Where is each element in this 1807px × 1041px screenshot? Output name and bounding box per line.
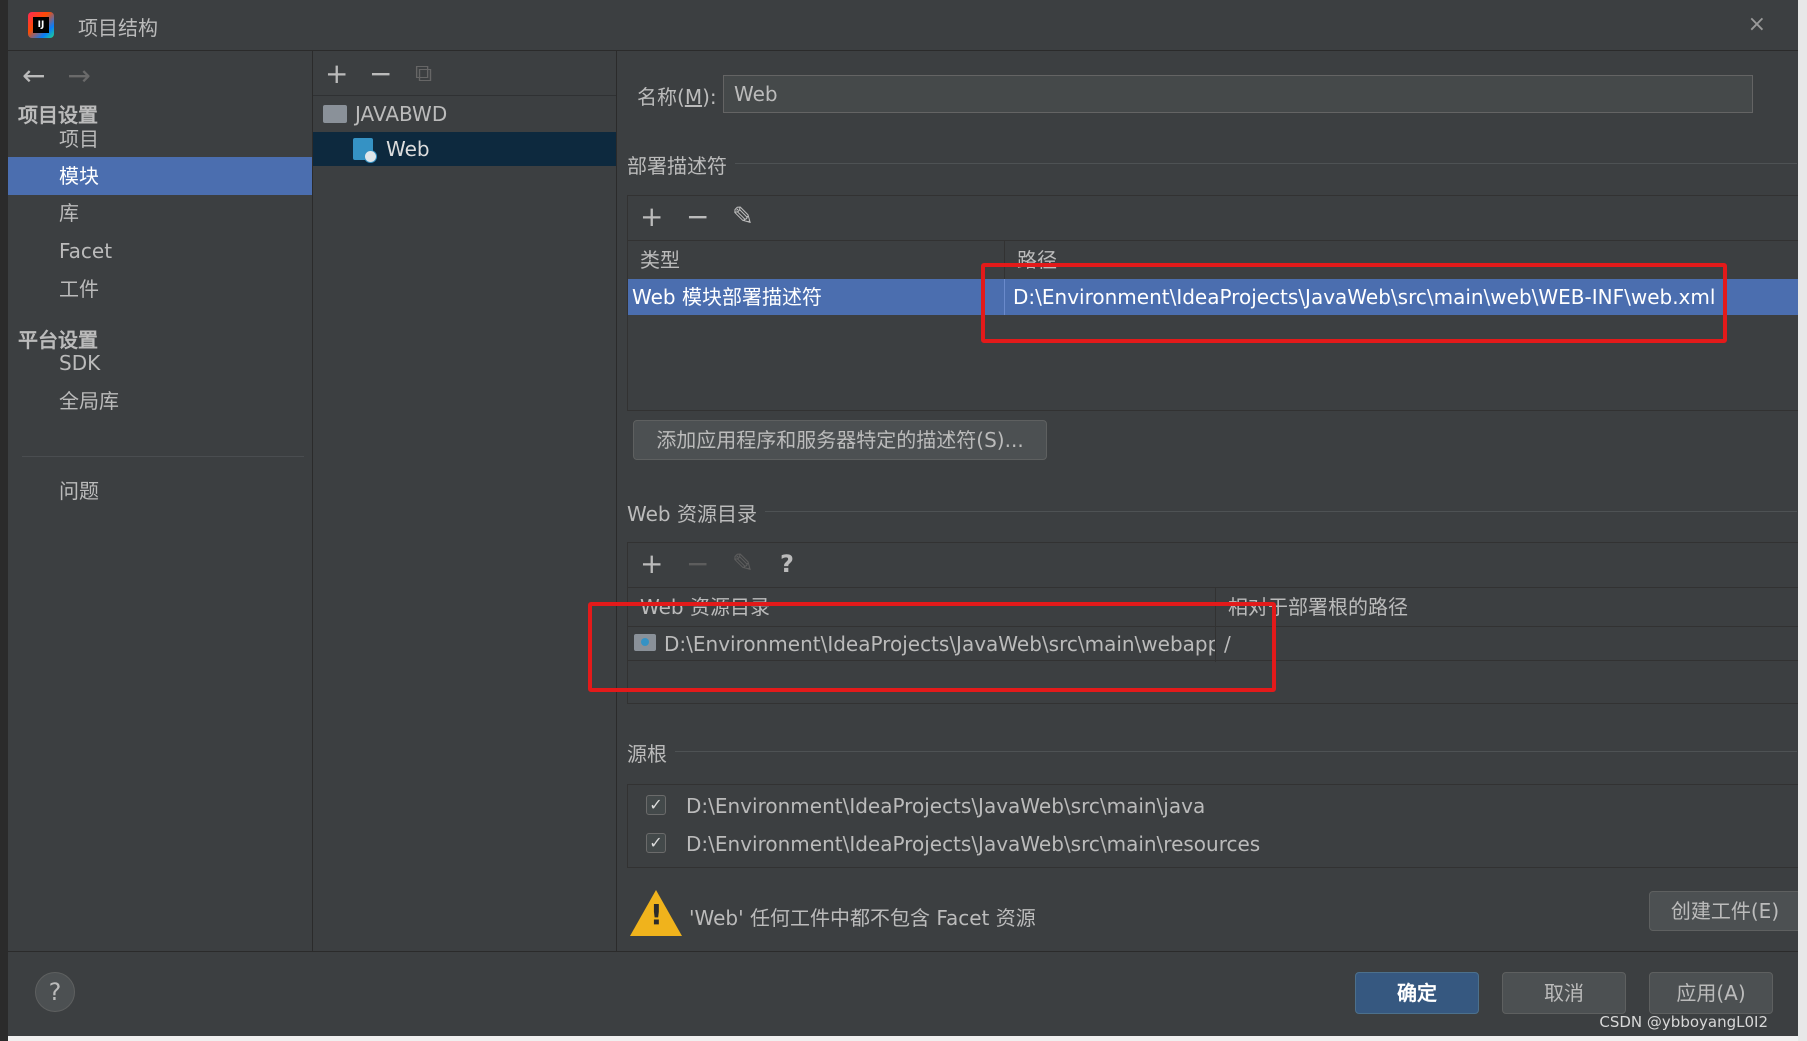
- project-structure-dialog: IJ 项目结构 × ← → 项目设置 项目 模块 库 Facet 工件 平台设置 …: [8, 0, 1798, 1036]
- tree-node-label: Web: [386, 137, 430, 161]
- ok-button[interactable]: 确定: [1355, 972, 1479, 1014]
- add-server-descriptor-button[interactable]: 添加应用程序和服务器特定的描述符(S)...: [633, 420, 1047, 460]
- tree-node-javabwd[interactable]: JAVABWD: [313, 97, 616, 131]
- descriptor-type: Web 模块部署描述符: [632, 285, 822, 309]
- column-type[interactable]: 类型: [628, 241, 1004, 279]
- nav-item-modules[interactable]: 模块: [8, 157, 312, 195]
- back-arrow-icon[interactable]: ←: [22, 59, 45, 92]
- checkbox-checked[interactable]: ✓: [646, 833, 666, 853]
- dialog-footer: ? 确定 取消 应用(A) CSDN @ybboyangL0I2: [8, 951, 1798, 1036]
- deploy-toolbar: + − ✎: [628, 196, 1798, 240]
- create-artifact-button[interactable]: 创建工件(E): [1649, 891, 1798, 931]
- background-window-edge: [0, 0, 8, 1041]
- nav-item-facets[interactable]: Facet: [8, 232, 312, 270]
- add-icon[interactable]: +: [325, 57, 348, 90]
- remove-icon[interactable]: −: [686, 547, 709, 580]
- source-root-path: D:\Environment\IdeaProjects\JavaWeb\src\…: [686, 794, 1206, 818]
- nav-item-sdk[interactable]: SDK: [8, 344, 312, 382]
- red-annotation-box: [981, 263, 1727, 343]
- add-icon[interactable]: +: [640, 547, 663, 580]
- column-relative-path[interactable]: 相对于部署根的路径: [1216, 588, 1798, 626]
- warning-icon: !: [630, 890, 682, 936]
- module-tree-panel: + − ⧉ JAVABWD Web: [313, 51, 617, 951]
- web-facet-icon: [353, 138, 377, 163]
- checkbox-checked[interactable]: ✓: [646, 795, 666, 815]
- add-icon[interactable]: +: [640, 200, 663, 233]
- nav-item-problems[interactable]: 问题: [8, 456, 312, 526]
- webres-separator: [627, 511, 1797, 512]
- web-resource-dirs-title: Web 资源目录: [627, 498, 765, 527]
- remove-icon[interactable]: −: [686, 200, 709, 233]
- help-icon[interactable]: ?: [780, 550, 794, 578]
- dialog-title: 项目结构: [78, 16, 158, 40]
- background-window-edge-right: [1798, 0, 1807, 1041]
- edit-icon[interactable]: ✎: [732, 549, 754, 579]
- sources-separator: [627, 751, 1797, 752]
- name-input[interactable]: Web: [723, 75, 1753, 113]
- red-annotation-box: [588, 602, 1276, 692]
- cancel-button[interactable]: 取消: [1502, 972, 1626, 1014]
- apply-button[interactable]: 应用(A): [1649, 972, 1773, 1014]
- source-roots-title: 源根: [627, 738, 675, 767]
- warning-text: 'Web' 任何工件中都不包含 Facet 资源: [689, 906, 1036, 930]
- tree-node-label: JAVABWD: [355, 102, 448, 126]
- edit-icon[interactable]: ✎: [732, 202, 754, 232]
- remove-icon[interactable]: −: [369, 57, 392, 90]
- deploy-separator: [627, 163, 1797, 164]
- module-tree-toolbar: + − ⧉: [313, 51, 616, 96]
- nav-item-project[interactable]: 项目: [8, 120, 312, 158]
- history-nav: ← →: [22, 59, 113, 92]
- folder-module-icon: [323, 105, 347, 123]
- name-label: 名称(M):: [637, 85, 717, 109]
- source-roots-panel: ✓ D:\Environment\IdeaProjects\JavaWeb\sr…: [627, 784, 1798, 868]
- nav-item-libraries[interactable]: 库: [8, 194, 312, 232]
- facet-settings-panel: 名称(M): Web 部署描述符 + − ✎ 类型 路径 Web 模块部署描述符…: [588, 51, 1798, 951]
- copy-icon[interactable]: ⧉: [415, 59, 432, 87]
- watermark: CSDN @ybboyangL0I2: [1599, 1013, 1768, 1031]
- deployment-descriptors-title: 部署描述符: [627, 150, 735, 179]
- source-root-path: D:\Environment\IdeaProjects\JavaWeb\src\…: [686, 832, 1261, 856]
- nav-item-global-libraries[interactable]: 全局库: [8, 382, 312, 420]
- tree-node-web[interactable]: Web: [313, 132, 616, 166]
- relative-deploy-path: /: [1224, 632, 1231, 656]
- title-bar: IJ 项目结构 ×: [8, 0, 1798, 51]
- webres-toolbar: + − ✎ ?: [628, 543, 1798, 587]
- forward-arrow-icon[interactable]: →: [67, 59, 90, 92]
- help-button[interactable]: ?: [35, 972, 75, 1012]
- nav-item-artifacts[interactable]: 工件: [8, 270, 312, 308]
- close-button[interactable]: ×: [1748, 12, 1766, 37]
- settings-navigation: ← → 项目设置 项目 模块 库 Facet 工件 平台设置 SDK 全局库 问题: [8, 51, 313, 951]
- intellij-idea-icon: IJ: [28, 12, 54, 38]
